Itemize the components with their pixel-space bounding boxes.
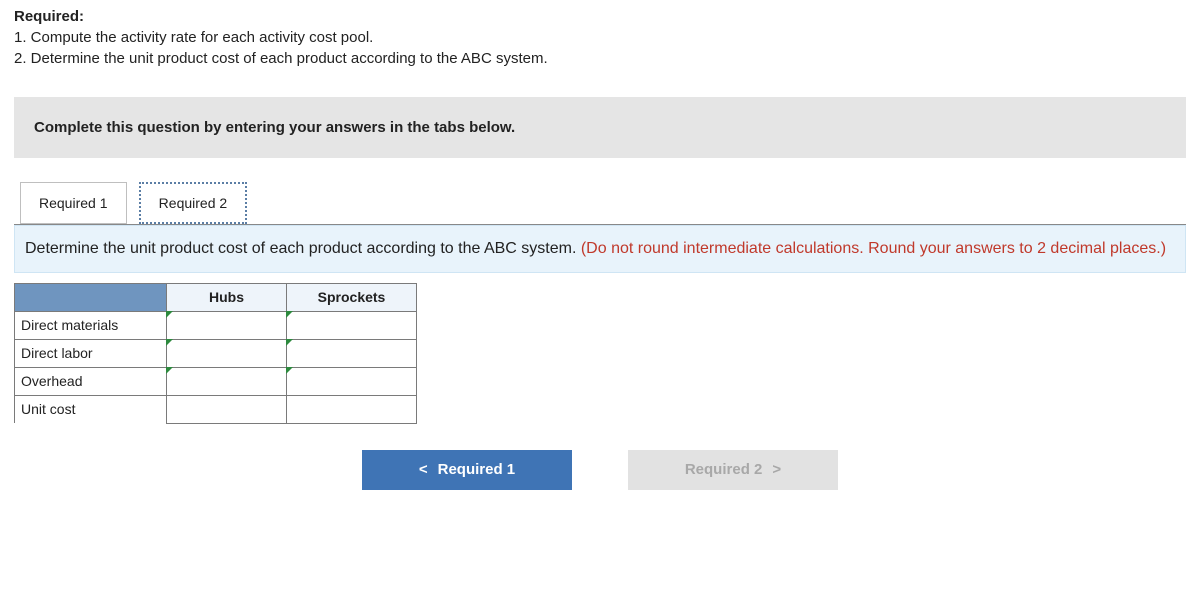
tabs-row: Required 1 Required 2 xyxy=(14,176,1186,224)
table-row: Overhead xyxy=(15,367,417,395)
row-label-unit-cost: Unit cost xyxy=(15,395,167,423)
next-button: Required 2 > xyxy=(628,450,838,490)
row-label-direct-materials: Direct materials xyxy=(15,311,167,339)
edit-marker-icon xyxy=(286,367,293,374)
input-oh-sprockets[interactable] xyxy=(287,367,417,395)
input-dl-hubs[interactable] xyxy=(167,339,287,367)
edit-marker-icon xyxy=(166,339,173,346)
edit-marker-icon xyxy=(286,339,293,346)
row-label-direct-labor: Direct labor xyxy=(15,339,167,367)
input-uc-hubs[interactable] xyxy=(167,395,287,423)
input-oh-hubs[interactable] xyxy=(167,367,287,395)
instruction-main: Determine the unit product cost of each … xyxy=(25,240,581,257)
required-heading: Required: xyxy=(14,8,1186,25)
instruction-hint: (Do not round intermediate calculations.… xyxy=(581,240,1166,257)
tab-required-1[interactable]: Required 1 xyxy=(20,182,127,224)
chevron-right-icon: > xyxy=(772,461,781,478)
input-dm-sprockets[interactable] xyxy=(287,311,417,339)
table-row: Direct labor xyxy=(15,339,417,367)
prev-button[interactable]: < Required 1 xyxy=(362,450,572,490)
row-label-overhead: Overhead xyxy=(15,367,167,395)
required-item-2: 2. Determine the unit product cost of ea… xyxy=(14,48,1186,69)
table-row: Unit cost xyxy=(15,395,417,423)
input-uc-sprockets[interactable] xyxy=(287,395,417,423)
required-list: 1. Compute the activity rate for each ac… xyxy=(14,27,1186,69)
complete-banner: Complete this question by entering your … xyxy=(14,97,1186,158)
edit-marker-icon xyxy=(166,367,173,374)
input-dm-hubs[interactable] xyxy=(167,311,287,339)
edit-marker-icon xyxy=(166,311,173,318)
edit-marker-icon xyxy=(286,311,293,318)
next-button-label: Required 2 xyxy=(685,461,763,478)
col-header-hubs: Hubs xyxy=(167,283,287,311)
prev-button-label: Required 1 xyxy=(438,461,516,478)
nav-row: < Required 1 Required 2 > xyxy=(14,450,1186,490)
chevron-left-icon: < xyxy=(419,461,428,478)
input-dl-sprockets[interactable] xyxy=(287,339,417,367)
tab-underline xyxy=(14,224,1186,225)
col-header-sprockets: Sprockets xyxy=(287,283,417,311)
required-item-1: 1. Compute the activity rate for each ac… xyxy=(14,27,1186,48)
table-row: Direct materials xyxy=(15,311,417,339)
instruction-bar: Determine the unit product cost of each … xyxy=(14,225,1186,273)
tab-required-2[interactable]: Required 2 xyxy=(139,182,248,224)
table-corner xyxy=(15,283,167,311)
unit-cost-table: Hubs Sprockets Direct materials Direct l… xyxy=(14,283,417,424)
